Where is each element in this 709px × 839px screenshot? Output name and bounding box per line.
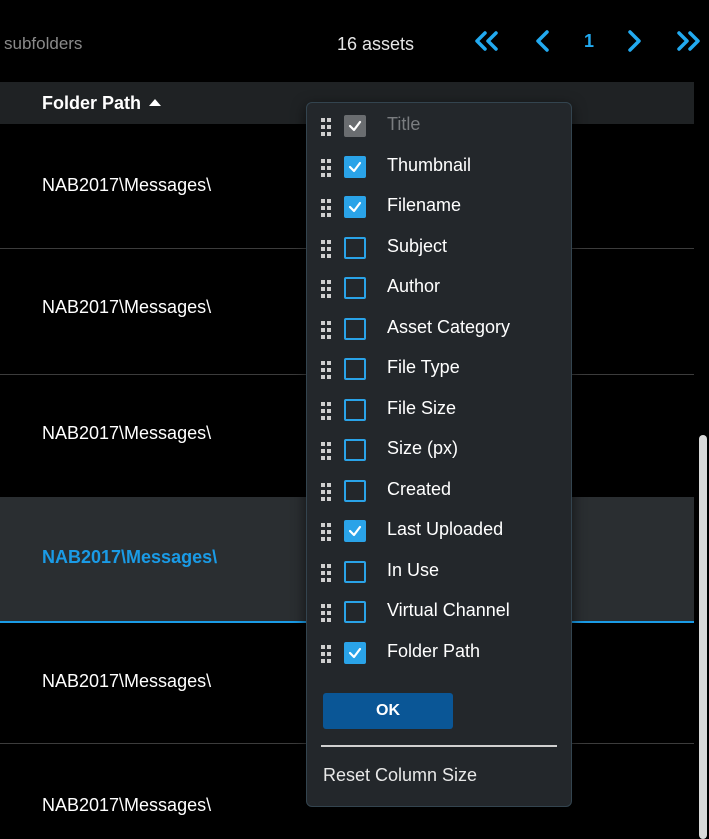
column-option-size-px[interactable]: Size (px): [319, 435, 567, 469]
column-option-in-use[interactable]: In Use: [319, 557, 567, 591]
drag-handle-icon[interactable]: [321, 280, 335, 298]
chevron-double-left-icon: [475, 31, 498, 51]
column-option-file-type[interactable]: File Type: [319, 354, 567, 388]
checkbox-unchecked[interactable]: [344, 439, 366, 461]
next-page-button[interactable]: [619, 24, 649, 58]
checkmark-icon: [348, 525, 362, 537]
ok-button[interactable]: OK: [323, 693, 453, 729]
subfolders-label: subfolders: [4, 34, 83, 53]
checkmark-icon: [348, 647, 362, 658]
drag-handle-icon[interactable]: [321, 604, 335, 622]
drag-handle-icon[interactable]: [321, 401, 335, 420]
column-option-label: Size (px): [387, 438, 459, 458]
checkbox-unchecked[interactable]: [344, 601, 366, 623]
column-option-label: File Type: [387, 357, 460, 377]
column-option-label: Author: [387, 276, 441, 296]
checkbox-unchecked[interactable]: [344, 358, 366, 380]
drag-handle-icon[interactable]: [321, 361, 335, 379]
column-option-label: Filename: [387, 195, 462, 215]
column-option-last-uploaded[interactable]: Last Uploaded: [319, 516, 567, 550]
checkmark-icon: [348, 120, 362, 132]
column-option-label: Created: [387, 478, 452, 499]
first-page-button[interactable]: [470, 24, 504, 58]
column-option-label: In Use: [387, 559, 440, 580]
checkbox-checked[interactable]: [344, 196, 366, 218]
drag-handle-icon[interactable]: [321, 442, 335, 460]
checkbox-unchecked[interactable]: [344, 479, 366, 502]
column-option-label: Folder Path: [387, 640, 481, 661]
page-number: 1: [583, 30, 594, 51]
drag-handle-icon[interactable]: [321, 199, 335, 217]
folder-path-cell: NAB2017\Messages\: [42, 547, 218, 567]
column-option-label: Last Uploaded: [387, 519, 504, 539]
checkbox-checked[interactable]: [344, 520, 366, 542]
column-option-label: Thumbnail: [387, 154, 472, 175]
checkbox-unchecked[interactable]: [344, 277, 366, 299]
sort-ascending-icon: [149, 99, 162, 106]
drag-handle-icon[interactable]: [321, 563, 335, 582]
column-option-virtual-channel[interactable]: Virtual Channel: [319, 597, 567, 631]
drag-handle-icon[interactable]: [321, 320, 335, 339]
toolbar: subfolders 16 assets 1: [0, 0, 709, 82]
chevron-right-icon: [628, 30, 641, 52]
column-option-label: Title: [387, 114, 421, 134]
previous-page-button[interactable]: [528, 24, 558, 58]
folder-path-cell: NAB2017\Messages\: [42, 671, 212, 691]
column-option-label: Subject: [387, 235, 448, 256]
column-option-created[interactable]: Created: [319, 476, 567, 510]
column-option-asset-category[interactable]: Asset Category: [319, 314, 567, 348]
column-chooser-popup: Title Thumbnail Filename Subject Author Asset…: [306, 102, 572, 807]
drag-handle-icon[interactable]: [321, 644, 335, 663]
column-option-subject[interactable]: Subject: [319, 233, 567, 267]
drag-handle-icon[interactable]: [321, 158, 335, 177]
column-option-folder-path[interactable]: Folder Path: [319, 638, 567, 672]
checkbox-unchecked[interactable]: [344, 236, 366, 259]
drag-handle-icon[interactable]: [321, 239, 335, 258]
checkmark-icon: [348, 161, 362, 172]
popup-divider: [321, 745, 557, 747]
column-option-file-size[interactable]: File Size: [319, 395, 567, 429]
folder-path-cell: NAB2017\Messages\: [42, 297, 212, 317]
column-option-filename[interactable]: Filename: [319, 192, 567, 226]
folder-path-cell: NAB2017\Messages\: [42, 175, 212, 195]
drag-handle-icon[interactable]: [321, 482, 335, 501]
folder-path-cell: NAB2017\Messages\: [42, 795, 212, 815]
chevron-left-icon: [536, 30, 549, 52]
column-option-label: Asset Category: [387, 316, 511, 337]
checkmark-icon: [348, 201, 362, 213]
column-option-author[interactable]: Author: [319, 273, 567, 307]
checkbox-checked: [344, 115, 366, 137]
column-option-label: Virtual Channel: [387, 600, 510, 620]
vertical-scrollbar[interactable]: [699, 435, 707, 839]
checkbox-checked[interactable]: [344, 641, 366, 664]
asset-count: 16 assets: [337, 34, 415, 54]
last-page-button[interactable]: [670, 24, 706, 58]
checkbox-unchecked[interactable]: [344, 398, 366, 421]
checkbox-checked[interactable]: [344, 155, 366, 178]
folder-path-cell: NAB2017\Messages\: [42, 423, 212, 443]
checkbox-unchecked[interactable]: [344, 560, 366, 583]
drag-handle-icon[interactable]: [321, 118, 335, 136]
chevron-double-right-icon: [677, 31, 700, 51]
column-option-label: File Size: [387, 397, 457, 418]
column-option-thumbnail[interactable]: Thumbnail: [319, 152, 567, 186]
checkbox-unchecked[interactable]: [344, 317, 366, 340]
reset-column-size-button[interactable]: Reset Column Size: [323, 765, 477, 786]
column-header-folder-path[interactable]: Folder Path: [42, 93, 162, 114]
drag-handle-icon[interactable]: [321, 523, 335, 541]
column-option-title[interactable]: Title: [319, 111, 567, 145]
column-header-label: Folder Path: [42, 93, 142, 113]
